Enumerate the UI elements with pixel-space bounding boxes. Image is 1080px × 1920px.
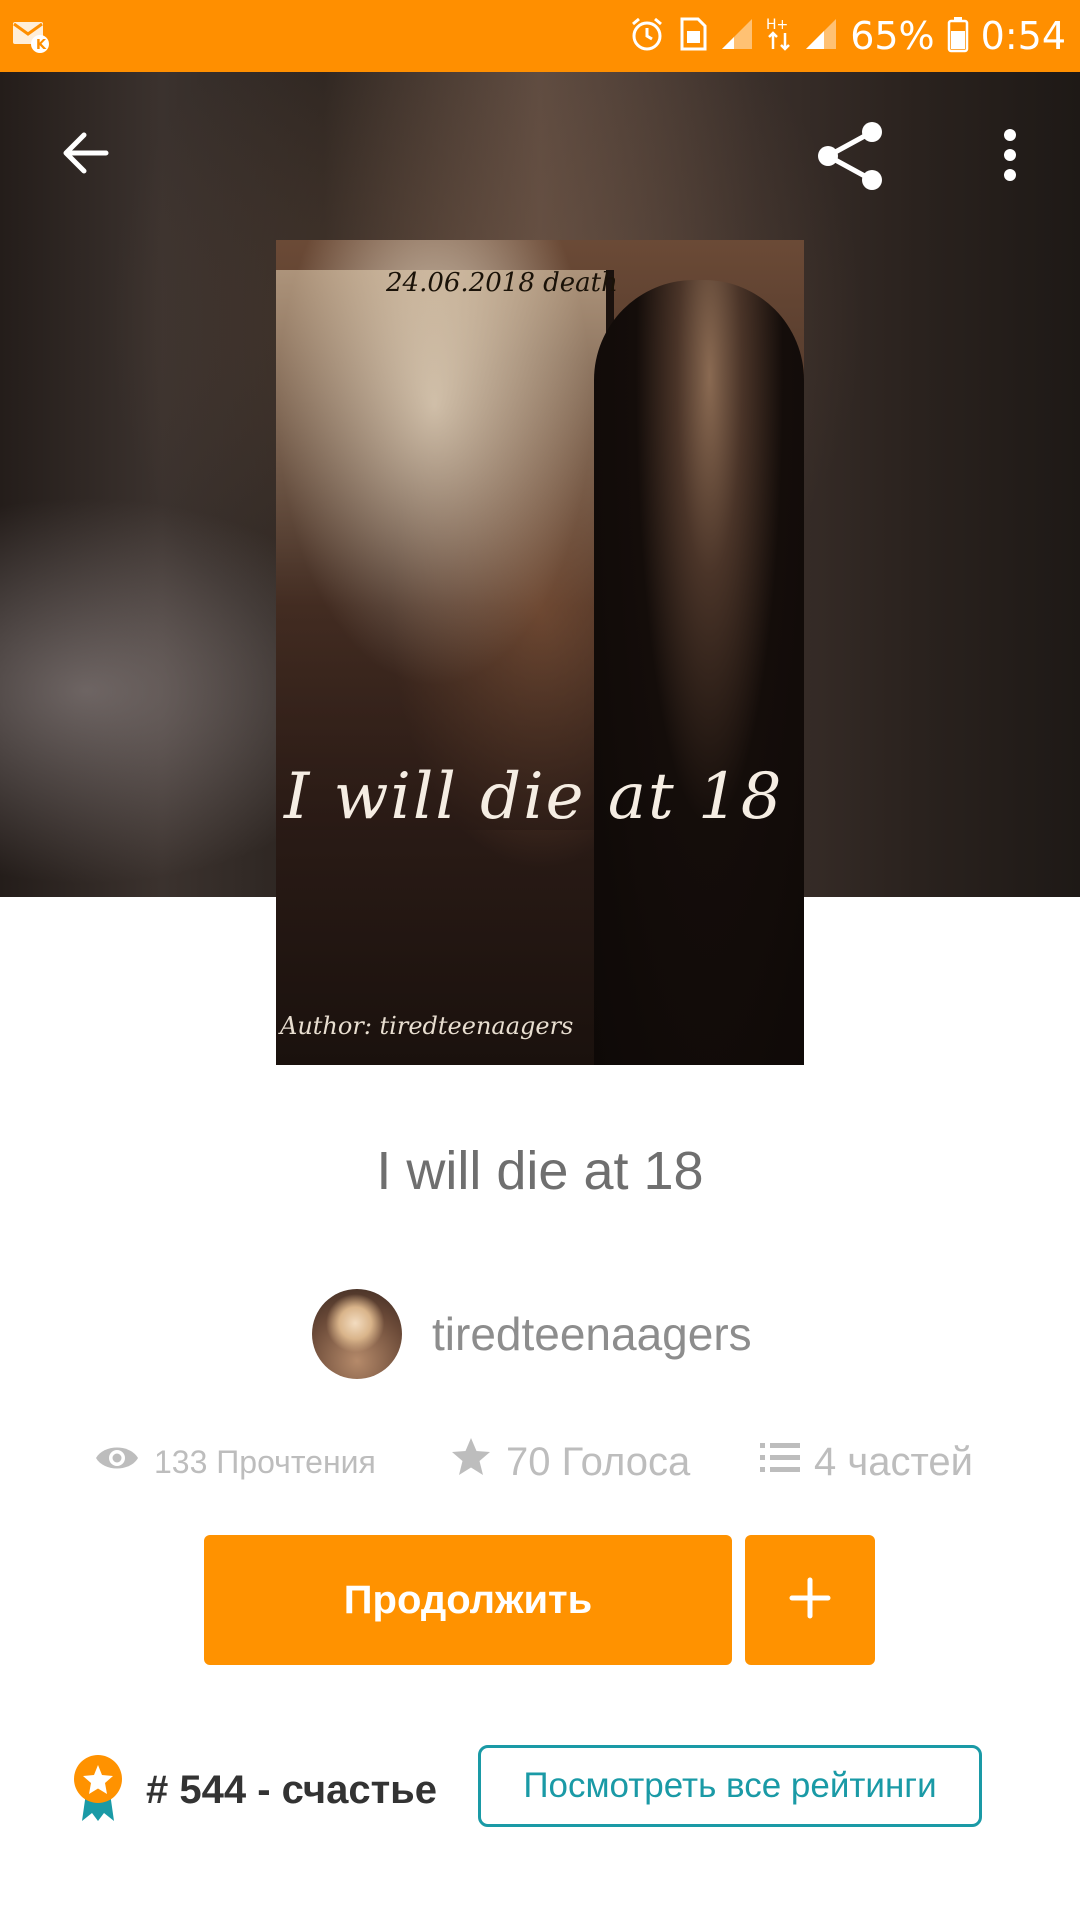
- clock: 0:54: [980, 14, 1066, 58]
- star-icon: [450, 1436, 492, 1488]
- status-bar: K H+ 65% 0:54: [0, 0, 1080, 72]
- battery-icon: [947, 15, 969, 58]
- signal-icon-2: [804, 17, 838, 56]
- parts-stat[interactable]: 4 частей: [760, 1432, 973, 1492]
- eye-icon: [94, 1442, 140, 1482]
- reads-stat: 133 Прочтения: [94, 1432, 376, 1492]
- ranking-row: # 544 - счастье: [70, 1745, 437, 1835]
- cover-author-text: Author: tiredteenaagers: [280, 1012, 574, 1040]
- votes-stat: 70 Голоса: [450, 1432, 690, 1492]
- mail-notification-icon: K: [12, 18, 50, 54]
- book-cover[interactable]: 24.06.2018 death I will die at 18 Author…: [276, 240, 804, 1065]
- cover-title-text: I will die at 18: [284, 760, 784, 834]
- svg-text:K: K: [36, 38, 47, 53]
- view-all-rankings-label: Посмотреть все рейтинги: [523, 1766, 937, 1805]
- author-name[interactable]: tiredteenaagers: [432, 1307, 752, 1361]
- reads-count: 133 Прочтения: [154, 1443, 376, 1480]
- more-options-button[interactable]: [980, 122, 1040, 192]
- battery-percent: 65%: [850, 14, 935, 58]
- back-button[interactable]: [50, 120, 120, 190]
- story-stats: 133 Прочтения 70 Голоса 4 частей: [0, 1432, 1080, 1492]
- list-icon: [760, 1440, 800, 1485]
- parts-count: 4 частей: [814, 1439, 973, 1484]
- ranking-badge-icon: [70, 1753, 126, 1828]
- votes-count: 70 Голоса: [506, 1439, 691, 1484]
- continue-reading-label: Продолжить: [343, 1577, 593, 1622]
- plus-icon: [788, 1576, 832, 1625]
- continue-reading-button[interactable]: Продолжить: [204, 1535, 732, 1665]
- ranking-text: # 544 - счастье: [146, 1767, 437, 1812]
- view-all-rankings-button[interactable]: Посмотреть все рейтинги: [478, 1745, 982, 1827]
- more-vertical-icon: [1002, 127, 1018, 188]
- cover-figure: [594, 280, 804, 1065]
- arrow-left-icon: [58, 126, 112, 185]
- author-avatar[interactable]: [312, 1289, 402, 1379]
- share-button[interactable]: [810, 118, 890, 198]
- svg-text:H+: H+: [766, 17, 788, 33]
- sim-icon: [678, 15, 708, 58]
- alarm-icon: [628, 15, 666, 58]
- story-title: I will die at 18: [376, 1141, 704, 1201]
- signal-icon-1: [720, 17, 754, 56]
- share-icon: [812, 118, 888, 199]
- add-to-library-button[interactable]: [745, 1535, 875, 1665]
- author-row[interactable]: tiredteenaagers: [312, 1288, 752, 1380]
- data-arrows-icon: H+: [766, 15, 792, 58]
- cover-mirror: [276, 270, 614, 830]
- cover-top-text: 24.06.2018 death: [386, 268, 618, 298]
